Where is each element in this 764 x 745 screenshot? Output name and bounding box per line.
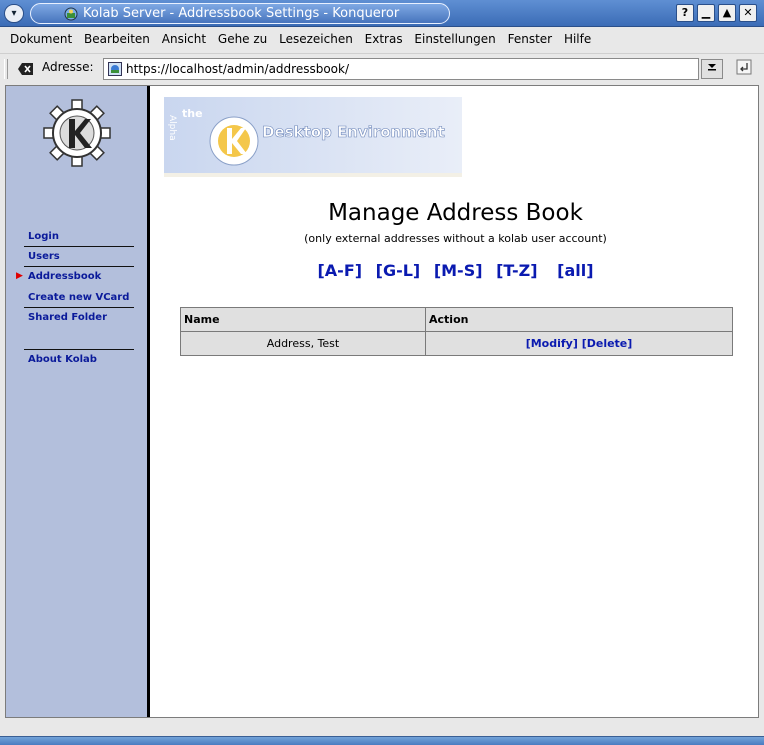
kde-banner-image: Alpha the Desktop Environment	[164, 97, 462, 177]
browser-viewport: Login Users ▶ Addressbook Create new VCa…	[5, 85, 759, 718]
filter-g-l-link[interactable]: [G-L]	[376, 261, 421, 280]
filter-a-f-link[interactable]: [A-F]	[317, 261, 362, 280]
minimize-button[interactable]: ▁	[697, 4, 715, 22]
sidebar-item-create-vcard[interactable]: Create new VCard	[20, 290, 134, 305]
modify-link[interactable]: [Modify]	[526, 337, 578, 350]
maximize-button[interactable]: ▲	[718, 4, 736, 22]
page-subtitle: (only external addresses without a kolab…	[304, 232, 607, 245]
filter-t-z-link[interactable]: [T-Z]	[496, 261, 537, 280]
konqueror-icon	[64, 7, 78, 21]
menu-bearbeiten[interactable]: Bearbeiten	[84, 32, 150, 46]
sidebar-item-login[interactable]: Login	[20, 229, 134, 244]
filter-m-s-link[interactable]: [M-S]	[434, 261, 483, 280]
window-bottom-bar	[0, 736, 764, 745]
go-button[interactable]	[733, 59, 755, 79]
letter-filter-bar: [A-F] [G-L] [M-S] [T-Z] [all]	[153, 261, 758, 280]
enter-arrow-icon	[736, 59, 752, 75]
sidebar-item-addressbook[interactable]: Addressbook	[20, 269, 134, 284]
help-button[interactable]: ?	[676, 4, 694, 22]
close-button[interactable]: ✕	[739, 4, 757, 22]
location-url: https://localhost/admin/addressbook/	[126, 62, 350, 76]
sidebar-separator	[24, 246, 134, 247]
banner-gear-icon	[209, 116, 259, 166]
sidebar-separator	[24, 307, 134, 308]
sidebar-item-about-kolab[interactable]: About Kolab	[20, 352, 134, 367]
location-input[interactable]: https://localhost/admin/addressbook/	[103, 58, 699, 80]
table-row: Address, Test [Modify] [Delete]	[180, 331, 733, 356]
menu-extras[interactable]: Extras	[365, 32, 403, 46]
site-favicon-icon	[108, 62, 122, 76]
cell-name: Address, Test	[180, 331, 426, 356]
toolbar-grip[interactable]	[4, 59, 8, 79]
sidebar-separator	[24, 349, 134, 350]
window-title: Kolab Server - Addressbook Settings - Ko…	[83, 6, 400, 21]
banner-side-text: Alpha	[167, 115, 177, 141]
location-history-dropdown[interactable]	[701, 59, 723, 79]
main-content: Alpha the Desktop Environment Manage Add…	[153, 86, 758, 717]
sidebar-separator	[24, 266, 134, 267]
column-header-name: Name	[180, 307, 426, 332]
chevron-down-icon	[708, 64, 716, 71]
banner-main-text: Desktop Environment	[262, 123, 445, 141]
menu-einstellungen[interactable]: Einstellungen	[414, 32, 495, 46]
window-title-pill: Kolab Server - Addressbook Settings - Ko…	[30, 3, 450, 24]
banner-small-text: the	[182, 107, 203, 120]
menu-dokument[interactable]: Dokument	[10, 32, 72, 46]
kde-logo-icon	[43, 99, 111, 167]
menu-hilfe[interactable]: Hilfe	[564, 32, 591, 46]
sidebar-item-users[interactable]: Users	[20, 249, 134, 264]
kolab-sidebar: Login Users ▶ Addressbook Create new VCa…	[6, 86, 150, 717]
menu-lesezeichen[interactable]: Lesezeichen	[279, 32, 353, 46]
menu-fenster[interactable]: Fenster	[508, 32, 553, 46]
location-toolbar: Adresse: https://localhost/admin/address…	[0, 53, 764, 83]
sidebar-item-shared-folder[interactable]: Shared Folder	[20, 310, 134, 325]
addressbook-table: Name Action Address, Test [Modify] [Dele…	[180, 307, 733, 356]
location-label: Adresse:	[42, 60, 94, 74]
clear-location-icon[interactable]	[18, 62, 34, 76]
filter-all-link[interactable]: [all]	[557, 261, 593, 280]
menu-gehe-zu[interactable]: Gehe zu	[218, 32, 267, 46]
sidebar-item-addressbook-row: ▶ Addressbook	[16, 269, 134, 284]
table-header-row: Name Action	[180, 307, 733, 332]
cell-action: [Modify] [Delete]	[425, 331, 733, 356]
menu-ansicht[interactable]: Ansicht	[162, 32, 206, 46]
sidebar-nav: Login Users ▶ Addressbook Create new VCa…	[16, 229, 134, 367]
column-header-action: Action	[425, 307, 733, 332]
menubar: Dokument Bearbeiten Ansicht Gehe zu Lese…	[0, 27, 764, 51]
window-menu-button[interactable]: ▾	[4, 4, 24, 23]
delete-link[interactable]: [Delete]	[582, 337, 633, 350]
window-titlebar: ▾ Kolab Server - Addressbook Settings - …	[0, 0, 764, 27]
page-title: Manage Address Book	[328, 200, 583, 226]
